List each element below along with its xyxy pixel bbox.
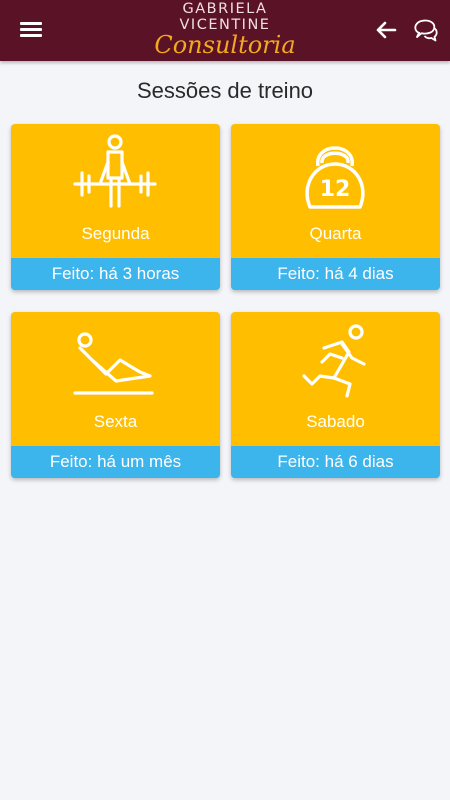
running-icon <box>302 324 366 398</box>
session-day-label: Sabado <box>306 412 365 431</box>
session-card-quarta[interactable]: 12 Quarta Feito: há 4 dias <box>231 124 440 290</box>
session-day-label: Segunda <box>81 224 150 243</box>
stretching-icon <box>73 332 154 395</box>
hamburger-menu-icon[interactable] <box>18 19 44 41</box>
session-status: Feito: há 3 horas <box>11 258 220 290</box>
session-status: Feito: há um mês <box>11 446 220 478</box>
logo-name-first: GABRIELA <box>182 1 268 17</box>
session-card-segunda[interactable]: Segunda Feito: há 3 horas <box>11 124 220 290</box>
kettlebell-icon: 12 <box>305 146 365 209</box>
kettlebell-weight-label: 12 <box>320 177 351 202</box>
app-bar: GABRIELA VICENTINE Consultoria <box>0 0 450 61</box>
logo-subtitle: Consultoria <box>154 31 296 59</box>
chat-bubbles-icon[interactable] <box>411 16 439 44</box>
session-status: Feito: há 6 dias <box>231 446 440 478</box>
session-status: Feito: há 4 dias <box>231 258 440 290</box>
arrow-left-icon[interactable] <box>374 18 398 42</box>
weightlifter-icon <box>73 134 157 208</box>
session-card-sexta[interactable]: Sexta Feito: há um mês <box>11 312 220 478</box>
session-card-sabado[interactable]: Sabado Feito: há 6 dias <box>231 312 440 478</box>
session-day-label: Sexta <box>93 412 138 431</box>
session-day-label: Quarta <box>309 224 362 243</box>
brand-logo: GABRIELA VICENTINE Consultoria <box>150 0 300 61</box>
page-title: Sessões de treino <box>136 78 314 103</box>
